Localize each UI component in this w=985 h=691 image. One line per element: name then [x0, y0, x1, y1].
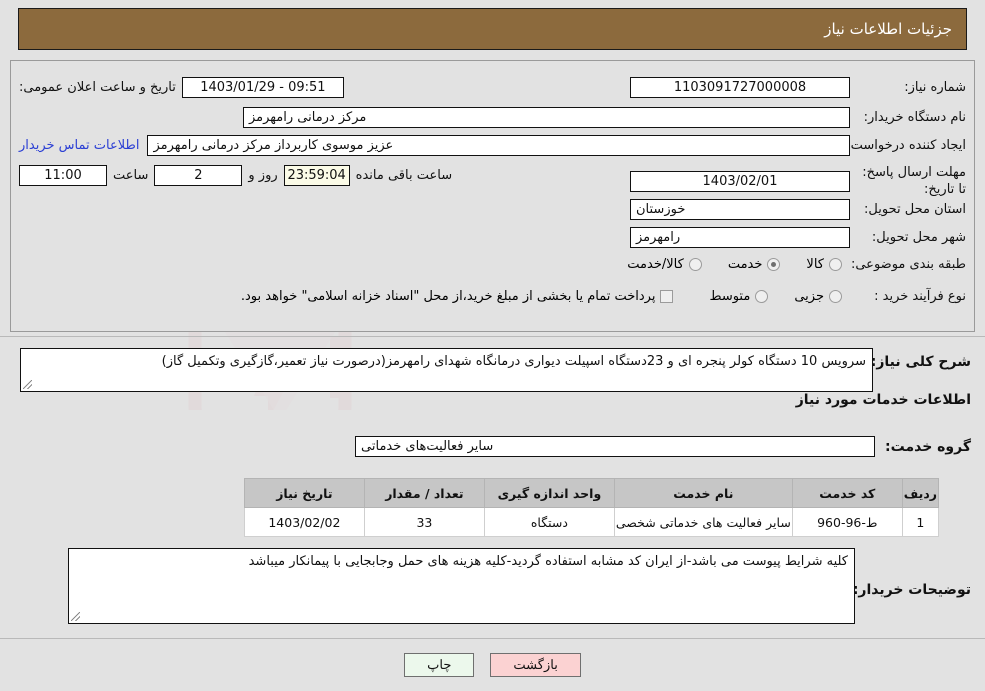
remaining-time-value: 23:59:04 [283, 165, 350, 186]
service-group-row: گروه خدمت: سایر فعالیت‌های خدماتی [355, 436, 971, 457]
need-number-label: شماره نیاز: [904, 80, 966, 95]
cell-date: 1403/02/02 [243, 507, 365, 537]
city-label: شهر محل تحویل: [871, 230, 966, 245]
window-titlebar: جزئیات اطلاعات نیاز [18, 8, 967, 50]
category-option-khedmat-label: خدمت [727, 257, 763, 272]
days-label: روز و [248, 168, 278, 183]
buyer-notes-textarea[interactable]: کلیه شرایط پیوست می باشد-از ایران کد مشا… [68, 548, 855, 624]
hour-value: 11:00 [19, 165, 107, 186]
deadline-date-value: 1403/02/01 [630, 171, 850, 193]
need-details-panel: شماره نیاز: 1103091727000008 09:51 - 140… [10, 60, 975, 332]
category-row: طبقه بندی موضوعی: کالا خدمت کالا/خدمت [601, 257, 966, 272]
col-date: تاریخ نیاز [243, 478, 365, 508]
remaining-label: ساعت باقی مانده [355, 168, 453, 183]
need-number-row: شماره نیاز: 1103091727000008 [630, 77, 966, 98]
countdown-row: ساعت باقی مانده 23:59:04 روز و 2 ساعت 11… [19, 165, 458, 186]
section-divider-top [0, 336, 985, 337]
print-button[interactable]: چاپ [404, 653, 475, 677]
section-divider-bottom [0, 638, 985, 639]
process-type-row: نوع فرآیند خرید : جزیی متوسط پرداخت تمام… [215, 289, 966, 304]
general-description-block: شرح کلی نیاز: سرویس 10 دستگاه کولر پنجره… [10, 340, 975, 400]
city-row: شهر محل تحویل: رامهرمز [630, 227, 966, 248]
col-index: ردیف [901, 478, 940, 508]
general-description-label: شرح کلی نیاز: [870, 354, 971, 370]
col-name: نام خدمت [613, 478, 793, 508]
table-header-row: ردیف کد خدمت نام خدمت واحد اندازه گیری ت… [243, 478, 940, 508]
treasury-checkbox-label: پرداخت تمام یا بخشی از مبلغ خرید،از محل … [240, 289, 656, 304]
hour-label: ساعت [113, 168, 149, 183]
buyer-org-value: مرکز درمانی رامهرمز [243, 107, 850, 128]
category-option-kala-khedmat[interactable]: کالا/خدمت [627, 257, 702, 272]
general-description-textarea[interactable]: سرویس 10 دستگاه کولر پنجره ای و 23دستگاه… [20, 348, 873, 392]
treasury-checkbox-group[interactable]: پرداخت تمام یا بخشی از مبلغ خرید،از محل … [241, 289, 674, 304]
category-option-kala[interactable]: کالا [806, 257, 842, 272]
radio-khedmat-icon[interactable] [767, 258, 781, 271]
radio-jozei-icon[interactable] [829, 290, 842, 303]
services-table: ردیف کد خدمت نام خدمت واحد اندازه گیری ت… [243, 478, 940, 537]
category-option-kala-khedmat-label: کالا/خدمت [627, 257, 684, 272]
process-option-motavaset-label: متوسط [709, 289, 751, 304]
province-value: خوزستان [630, 199, 850, 220]
process-option-jozei[interactable]: جزیی [794, 289, 842, 304]
buyer-notes-label: توضیحات خریدار: [852, 582, 971, 598]
category-label: طبقه بندی موضوعی: [850, 257, 966, 272]
process-option-jozei-label: جزیی [794, 289, 824, 304]
footer-button-bar: بازگشت چاپ [0, 653, 985, 677]
need-number-value: 1103091727000008 [630, 77, 850, 98]
process-type-label: نوع فرآیند خرید : [874, 289, 966, 304]
radio-kala-icon[interactable] [829, 258, 842, 271]
buyer-org-label: نام دستگاه خریدار: [863, 110, 966, 125]
announce-datetime-value: 09:51 - 1403/01/29 [181, 77, 344, 98]
cell-unit: دستگاه [483, 507, 615, 537]
creator-value: عزیز موسوی کاربرداز مرکز درمانی رامهرمز [147, 135, 850, 156]
creator-label: ایجاد کننده درخواست: [846, 138, 966, 153]
deadline-label: مهلت ارسال پاسخ: تا تاریخ: [862, 165, 966, 197]
col-quantity: تعداد / مقدار [363, 478, 485, 508]
col-code: کد خدمت [791, 478, 903, 508]
province-label: استان محل تحویل: [864, 202, 966, 217]
treasury-checkbox[interactable] [660, 290, 674, 303]
cell-index: 1 [901, 507, 940, 537]
buyer-org-row: نام دستگاه خریدار: مرکز درمانی رامهرمز [243, 107, 966, 128]
table-row[interactable]: 1 ط-96-960 سایر فعالیت های خدماتی شخصی د… [243, 507, 940, 537]
page-title: جزئیات اطلاعات نیاز [824, 20, 952, 38]
radio-kala-khedmat-icon[interactable] [688, 258, 702, 271]
cell-code: ط-96-960 [791, 507, 903, 537]
deadline-row: مهلت ارسال پاسخ: تا تاریخ: 1403/02/01 [630, 165, 966, 199]
category-option-kala-label: کالا [806, 257, 824, 272]
days-value: 2 [154, 165, 243, 186]
service-group-label: گروه خدمت: [885, 438, 971, 455]
cell-quantity: 33 [363, 507, 485, 537]
services-section-title: اطلاعات خدمات مورد نیاز [795, 392, 971, 408]
province-row: استان محل تحویل: خوزستان [630, 199, 966, 220]
announce-datetime-label: تاریخ و ساعت اعلان عمومی: [19, 80, 176, 95]
radio-motavaset-icon[interactable] [755, 290, 769, 303]
announce-datetime-row: 09:51 - 1403/01/29 تاریخ و ساعت اعلان عم… [19, 77, 344, 98]
creator-row: ایجاد کننده درخواست: عزیز موسوی کاربرداز… [19, 135, 966, 156]
page-root: AnaTender.net جزئیات اطلاعات نیاز شماره … [0, 0, 985, 691]
service-group-value: سایر فعالیت‌های خدماتی [355, 436, 876, 457]
back-button[interactable]: بازگشت [490, 653, 581, 677]
buyer-contact-link[interactable]: اطلاعات تماس خریدار [19, 138, 139, 153]
process-option-motavaset[interactable]: متوسط [709, 289, 769, 304]
city-value: رامهرمز [630, 227, 850, 248]
category-option-khedmat[interactable]: خدمت [728, 257, 781, 272]
col-unit: واحد اندازه گیری [483, 478, 615, 508]
cell-name: سایر فعالیت های خدماتی شخصی [613, 507, 793, 537]
